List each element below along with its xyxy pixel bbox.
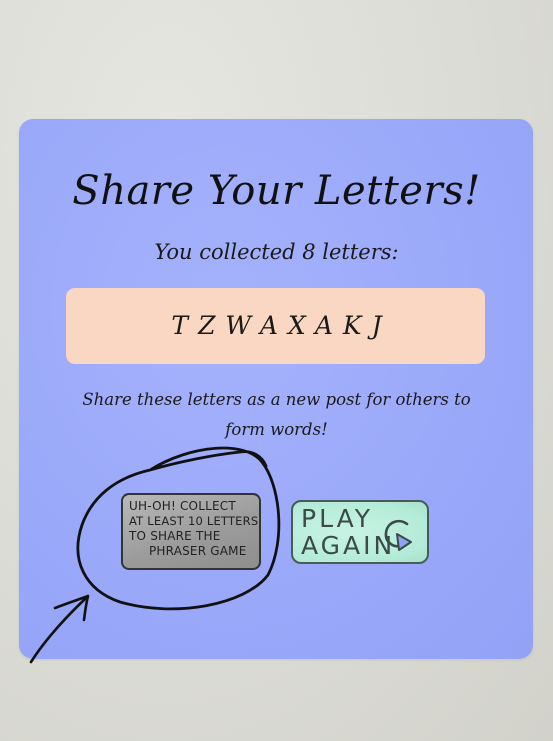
share-button-line-4: PHRASER GAME xyxy=(149,544,247,558)
share-button-line-1: UH-OH! COLLECT xyxy=(129,499,236,513)
letters-count-text: You collected 8 letters: xyxy=(154,240,399,264)
share-button-line-2: AT LEAST 10 LETTERS xyxy=(129,514,259,528)
share-instructions: Share these letters as a new post for ot… xyxy=(82,390,471,439)
play-again-button[interactable]: PLAY AGAIN xyxy=(291,500,429,564)
collected-letters: TZWAXAKJ xyxy=(171,311,392,340)
replay-arrow-icon xyxy=(384,520,412,551)
page-title: Share Your Letters! xyxy=(72,168,481,214)
share-button-line-3: TO SHARE THE xyxy=(129,529,221,543)
share-disabled-button[interactable]: UH-OH! COLLECT AT LEAST 10 LETTERS TO SH… xyxy=(121,493,261,570)
